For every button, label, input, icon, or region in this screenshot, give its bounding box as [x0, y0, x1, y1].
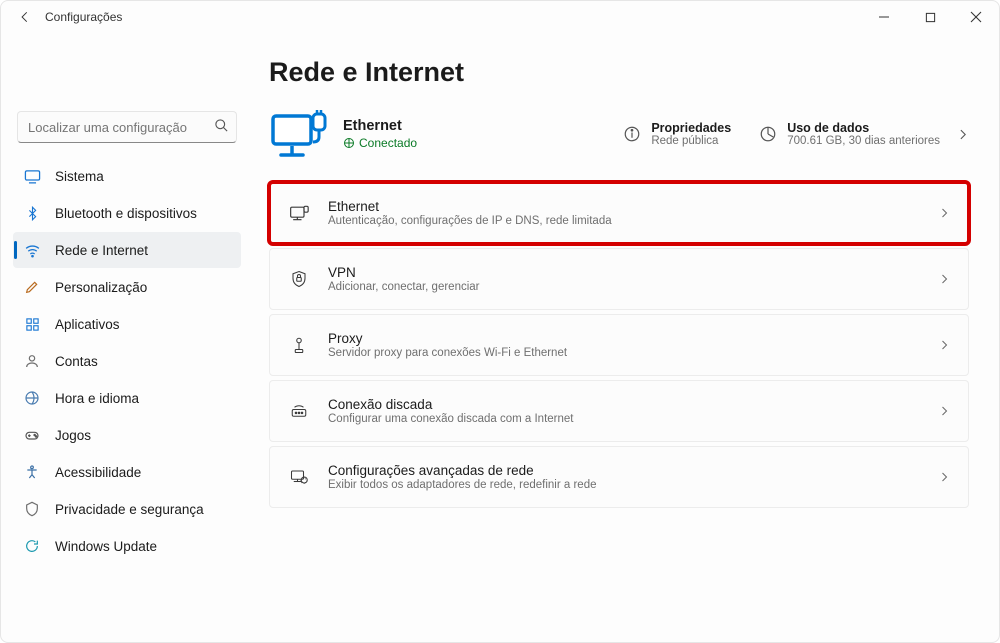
card-title: Configurações avançadas de rede — [328, 463, 597, 478]
network-status-row[interactable]: Ethernet Conectado Propriedades Rede púb… — [269, 106, 969, 162]
sidebar-item-label: Jogos — [55, 428, 91, 443]
properties-sub: Rede pública — [651, 135, 731, 147]
user-block — [17, 43, 237, 99]
card-dialup[interactable]: Conexão discada Configurar uma conexão d… — [269, 380, 969, 442]
chevron-right-icon — [938, 471, 950, 483]
personalization-icon — [23, 278, 41, 296]
sidebar-item-time-language[interactable]: Hora e idioma — [13, 380, 241, 416]
sidebar-item-system[interactable]: Sistema — [13, 158, 241, 194]
sidebar-item-label: Sistema — [55, 169, 104, 184]
sidebar-item-personalization[interactable]: Personalização — [13, 269, 241, 305]
data-usage-icon — [759, 125, 777, 143]
accounts-icon — [23, 352, 41, 370]
main-content: Rede e Internet Ethernet — [253, 33, 999, 642]
card-subtitle: Autenticação, configurações de IP e DNS,… — [328, 215, 612, 227]
bluetooth-icon — [23, 204, 41, 222]
sidebar-item-label: Privacidade e segurança — [55, 502, 204, 517]
card-title: VPN — [328, 265, 480, 280]
close-button[interactable] — [953, 1, 999, 33]
card-subtitle: Configurar uma conexão discada com a Int… — [328, 413, 573, 425]
chevron-right-icon — [938, 339, 950, 351]
chevron-right-icon — [938, 405, 950, 417]
info-icon — [623, 125, 641, 143]
chevron-right-icon — [938, 207, 950, 219]
card-subtitle: Exibir todos os adaptadores de rede, red… — [328, 479, 597, 491]
card-subtitle: Adicionar, conectar, gerenciar — [328, 281, 480, 293]
sidebar-item-label: Aplicativos — [55, 317, 120, 332]
card-title: Conexão discada — [328, 397, 573, 412]
titlebar: Configurações — [1, 1, 999, 33]
sidebar-item-label: Rede e Internet — [55, 243, 148, 258]
sidebar-item-label: Hora e idioma — [55, 391, 139, 406]
gaming-icon — [23, 426, 41, 444]
sidebar-item-label: Acessibilidade — [55, 465, 141, 480]
sidebar-item-label: Bluetooth e dispositivos — [55, 206, 197, 221]
status-state: Conectado — [343, 136, 417, 150]
network-icon — [23, 241, 41, 259]
chevron-right-icon — [938, 273, 950, 285]
card-vpn[interactable]: VPN Adicionar, conectar, gerenciar — [269, 248, 969, 310]
data-usage-title: Uso de dados — [787, 121, 940, 135]
sidebar-item-accessibility[interactable]: Acessibilidade — [13, 454, 241, 490]
ethernet-icon — [288, 202, 310, 224]
card-title: Ethernet — [328, 199, 612, 214]
page-title: Rede e Internet — [269, 57, 969, 88]
sidebar-item-apps[interactable]: Aplicativos — [13, 306, 241, 342]
sidebar-item-bluetooth[interactable]: Bluetooth e dispositivos — [13, 195, 241, 231]
sidebar-item-label: Windows Update — [55, 539, 157, 554]
privacy-icon — [23, 500, 41, 518]
proxy-icon — [288, 334, 310, 356]
time-language-icon — [23, 389, 41, 407]
chevron-right-icon — [956, 128, 969, 141]
data-usage-block[interactable]: Uso de dados 700.61 GB, 30 dias anterior… — [759, 121, 940, 147]
update-icon — [23, 537, 41, 555]
data-usage-sub: 700.61 GB, 30 dias anteriores — [787, 135, 940, 147]
vpn-icon — [288, 268, 310, 290]
maximize-button[interactable] — [907, 1, 953, 33]
card-proxy[interactable]: Proxy Servidor proxy para conexões Wi-Fi… — [269, 314, 969, 376]
advanced-network-icon — [288, 466, 310, 488]
search-icon — [214, 118, 229, 133]
card-advanced-network[interactable]: Configurações avançadas de rede Exibir t… — [269, 446, 969, 508]
properties-title: Propriedades — [651, 121, 731, 135]
sidebar-item-windows-update[interactable]: Windows Update — [13, 528, 241, 564]
back-button[interactable] — [11, 3, 39, 31]
dialup-icon — [288, 400, 310, 422]
apps-icon — [23, 315, 41, 333]
minimize-button[interactable] — [861, 1, 907, 33]
sidebar-item-network[interactable]: Rede e Internet — [13, 232, 241, 268]
sidebar-item-label: Personalização — [55, 280, 147, 295]
sidebar-item-label: Contas — [55, 354, 98, 369]
card-title: Proxy — [328, 331, 567, 346]
card-ethernet[interactable]: Ethernet Autenticação, configurações de … — [269, 182, 969, 244]
ethernet-status-icon — [269, 106, 333, 162]
sidebar-item-accounts[interactable]: Contas — [13, 343, 241, 379]
properties-block[interactable]: Propriedades Rede pública — [623, 121, 731, 147]
sidebar: Sistema Bluetooth e dispositivos Rede e … — [1, 33, 253, 642]
card-subtitle: Servidor proxy para conexões Wi-Fi e Eth… — [328, 347, 567, 359]
accessibility-icon — [23, 463, 41, 481]
system-icon — [23, 167, 41, 185]
status-name: Ethernet — [343, 118, 417, 134]
sidebar-item-gaming[interactable]: Jogos — [13, 417, 241, 453]
sidebar-item-privacy[interactable]: Privacidade e segurança — [13, 491, 241, 527]
search-input[interactable] — [17, 111, 237, 143]
window-title: Configurações — [45, 10, 122, 24]
